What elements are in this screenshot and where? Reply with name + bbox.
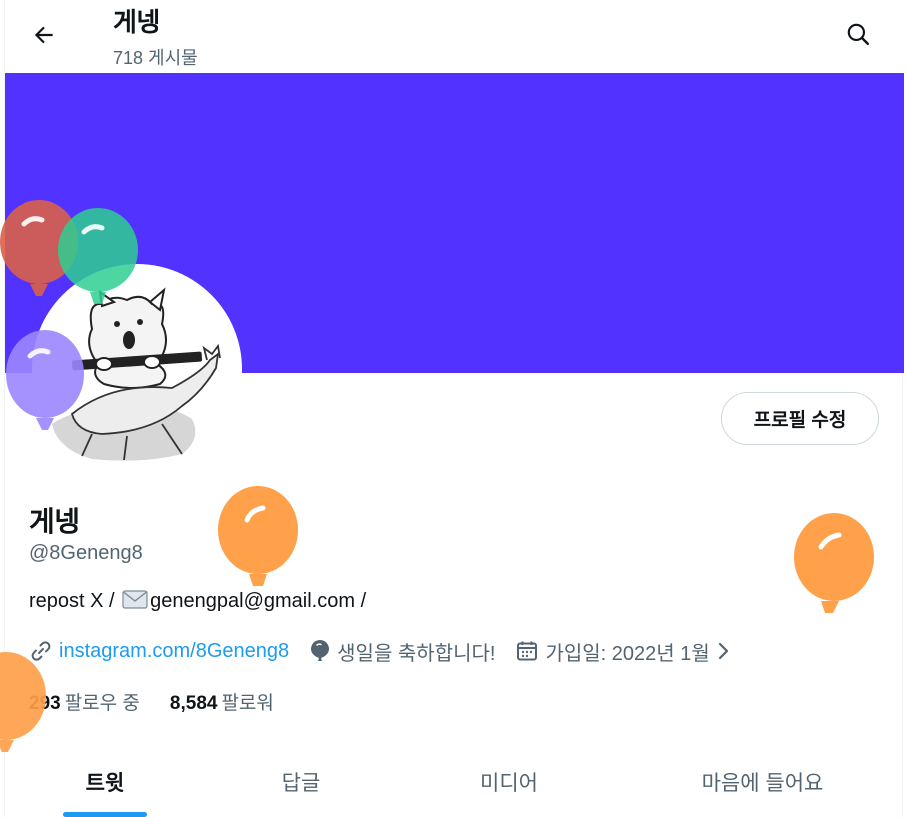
post-count-label: 게시물 <box>148 48 198 68</box>
tab-label: 미디어 <box>480 772 538 795</box>
bio-prefix: repost X / <box>29 590 121 612</box>
following-link[interactable]: 293 팔로우 중 <box>29 688 140 715</box>
tab-label: 마음에 들어요 <box>701 772 824 795</box>
tab-label: 트윗 <box>85 772 125 795</box>
display-name: 게넹 <box>29 506 80 537</box>
profile-link[interactable]: instagram.com/8Geneng8 <box>59 640 289 663</box>
profile-page: 게넹 718 게시물 프로필 수정 게넹 @8Geneng8 repost X … <box>4 0 904 817</box>
active-tab-indicator <box>63 812 147 817</box>
joined-expand[interactable] <box>716 641 738 661</box>
birthday-text: 생일을 축하합니다! <box>337 642 496 665</box>
avatar[interactable] <box>32 264 242 474</box>
post-count-number: 718 <box>113 48 144 68</box>
profile-bio: repost X / genengpal@gmail.com / <box>29 590 366 613</box>
follow-stats: 293 팔로우 중 8,584 팔로워 <box>29 688 304 715</box>
profile-meta: instagram.com/8Geneng8 생일을 축하합니다! 가입일: 2… <box>29 636 758 666</box>
post-count: 718 게시물 <box>113 44 198 70</box>
chevron-right-icon <box>718 642 728 660</box>
tab-label: 답글 <box>281 772 321 795</box>
tab-tweets[interactable]: 트윗 <box>5 745 205 817</box>
tab-replies[interactable]: 답글 <box>205 745 397 817</box>
profile-handle: @8Geneng8 <box>29 542 143 564</box>
calendar-icon <box>517 641 538 661</box>
followers-count: 8,584 <box>169 693 218 714</box>
search-button[interactable] <box>840 16 876 52</box>
link-icon <box>31 641 51 661</box>
joined-item: 가입일: 2022년 1월 <box>515 637 737 666</box>
avatar-cat-drawing <box>52 287 221 461</box>
joined-text: 가입일: 2022년 1월 <box>545 642 710 665</box>
tab-likes[interactable]: 마음에 들어요 <box>621 745 904 817</box>
bio-email: genengpal@gmail.com / <box>150 590 367 612</box>
balloon-icon <box>311 640 330 661</box>
birthday-item: 생일을 축하합니다! <box>309 637 495 666</box>
profile-tabs: 트윗 답글 미디어 마음에 들어요 <box>5 745 904 817</box>
header-title: 게넹 <box>113 7 160 37</box>
search-icon <box>847 23 869 45</box>
edit-profile-button[interactable]: 프로필 수정 <box>721 392 879 445</box>
back-button[interactable] <box>26 17 62 53</box>
followers-link[interactable]: 8,584 팔로워 <box>170 688 274 715</box>
followers-label: 팔로워 <box>221 693 274 714</box>
tab-media[interactable]: 미디어 <box>397 745 621 817</box>
following-label: 팔로우 중 <box>64 693 140 714</box>
profile-link-item: instagram.com/8Geneng8 <box>29 639 289 663</box>
mail-icon <box>122 590 148 609</box>
back-arrow-icon <box>34 26 53 44</box>
profile-header: 게넹 718 게시물 <box>5 0 904 73</box>
following-count: 293 <box>29 693 61 714</box>
